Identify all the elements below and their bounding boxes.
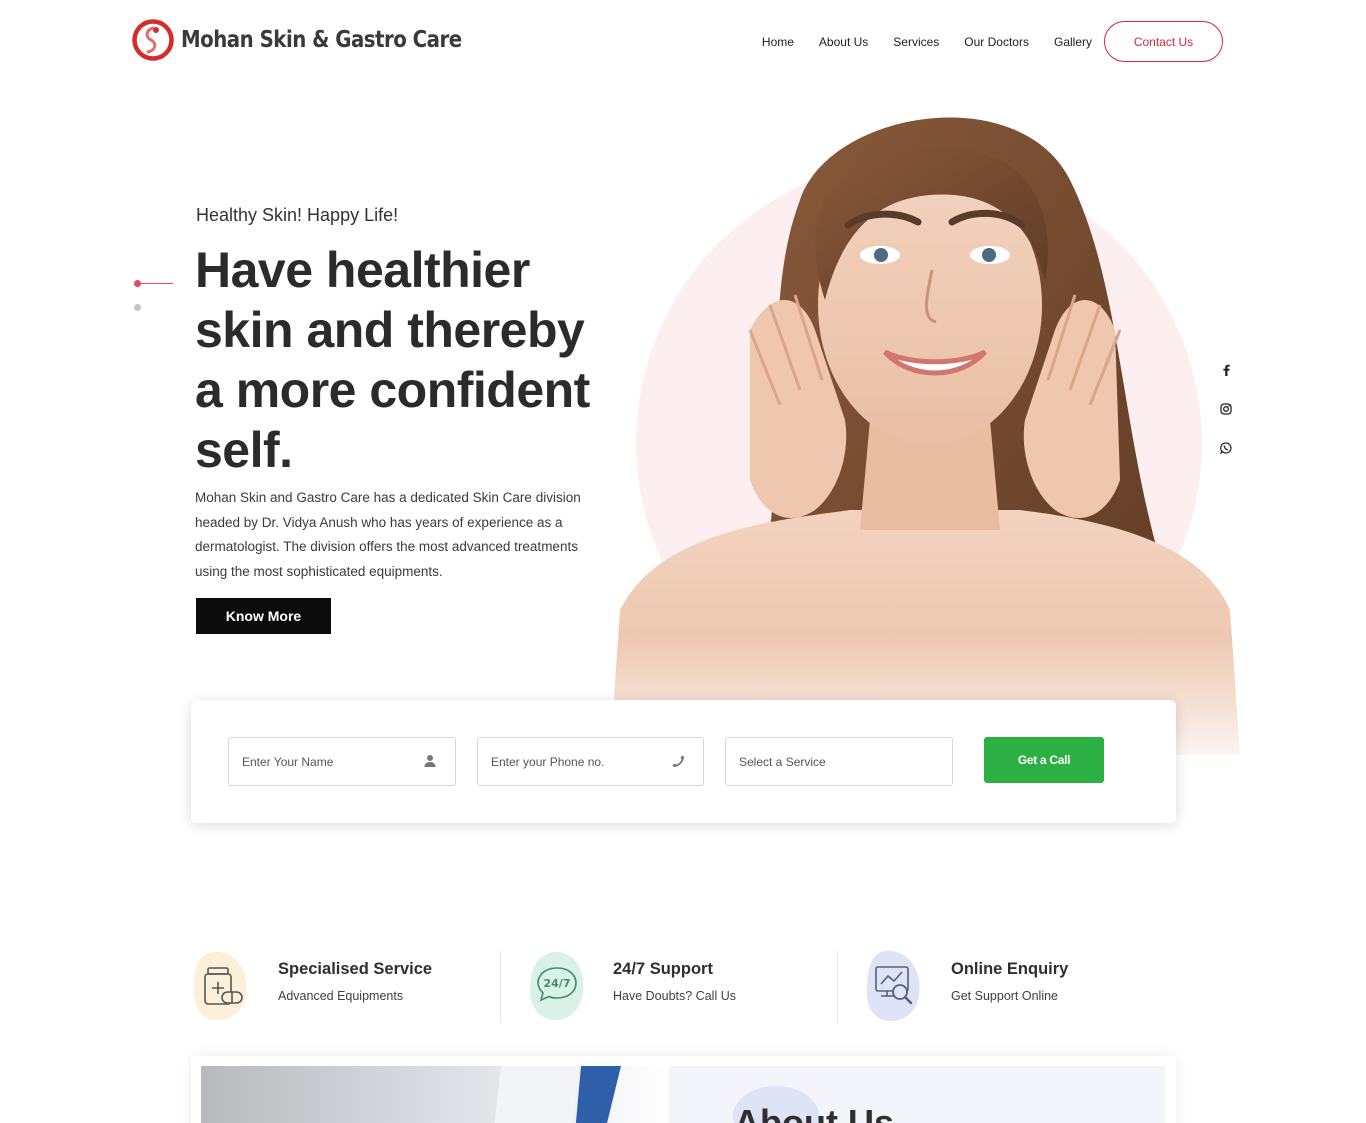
contact-us-button[interactable]: Contact Us <box>1104 21 1223 62</box>
about-text-panel: About Us <box>669 1066 1165 1123</box>
feature-specialised-service: Specialised Service Advanced Equipments <box>192 950 492 1024</box>
service-select-label: Select a Service <box>739 754 826 769</box>
feature-online-enquiry: Online Enquiry Get Support Online <box>865 950 1165 1024</box>
about-section: About Us <box>191 1056 1176 1123</box>
svg-text:24/7: 24/7 <box>544 977 571 990</box>
about-doctor-image <box>201 1066 669 1123</box>
slide-dot-2[interactable] <box>134 304 141 311</box>
logo-mark-icon <box>132 19 174 61</box>
slide-indicator-line <box>141 283 173 285</box>
hero-description: Mohan Skin and Gastro Care has a dedicat… <box>195 490 581 579</box>
nav-gallery[interactable]: Gallery <box>1054 35 1092 49</box>
support-24-7-icon: 24/7 <box>529 951 584 1021</box>
feature-title: Specialised Service <box>278 960 433 978</box>
nav-our-doctors[interactable]: Our Doctors <box>964 35 1029 49</box>
nav-services[interactable]: Services <box>893 35 939 49</box>
whatsapp-link[interactable] <box>1216 438 1236 458</box>
enquiry-form: Select a Service Get a Call <box>191 700 1176 823</box>
phone-field <box>477 737 704 786</box>
doctor-photo <box>494 1066 621 1123</box>
main-nav: Home About Us Services Our Doctors Galle… <box>760 21 1223 62</box>
feature-subtitle: Advanced Equipments <box>278 989 404 1003</box>
facebook-icon <box>1223 364 1230 376</box>
feature-title: 24/7 Support <box>613 960 713 978</box>
phone-icon <box>672 755 684 767</box>
nav-home[interactable]: Home <box>762 35 794 49</box>
know-more-button[interactable]: Know More <box>196 598 331 634</box>
feature-24-7-support: 24/7 24/7 Support Have Doubts? Call Us <box>529 950 829 1024</box>
nav-about-us[interactable]: About Us <box>819 35 868 49</box>
hero-woman-image <box>600 90 1240 755</box>
hero-headline: Have healthier skin and thereby a more c… <box>195 242 590 478</box>
feature-divider <box>500 951 501 1023</box>
feature-subtitle: Have Doubts? Call Us <box>613 989 736 1003</box>
feature-divider <box>837 951 838 1023</box>
brand-logo[interactable]: Mohan Skin & Gastro Care <box>132 19 507 61</box>
brand-name: Mohan Skin & Gastro Care <box>181 27 462 53</box>
feature-subtitle: Get Support Online <box>951 989 1059 1003</box>
about-title: About Us <box>734 1102 894 1123</box>
whatsapp-icon <box>1220 442 1232 454</box>
feature-title: Online Enquiry <box>951 960 1069 978</box>
medicine-icon <box>193 951 247 1021</box>
slide-dot-1[interactable] <box>134 280 141 287</box>
instagram-link[interactable] <box>1216 399 1236 419</box>
hero-tagline: Healthy Skin! Happy Life! <box>196 205 399 225</box>
service-select[interactable]: Select a Service <box>725 737 953 786</box>
name-field <box>228 737 456 786</box>
online-enquiry-icon <box>866 950 920 1022</box>
phone-input[interactable] <box>491 754 641 769</box>
instagram-icon <box>1220 403 1232 415</box>
facebook-link[interactable] <box>1216 360 1236 380</box>
user-icon <box>424 755 436 767</box>
name-input[interactable] <box>242 754 392 769</box>
get-a-call-button[interactable]: Get a Call <box>984 737 1104 783</box>
